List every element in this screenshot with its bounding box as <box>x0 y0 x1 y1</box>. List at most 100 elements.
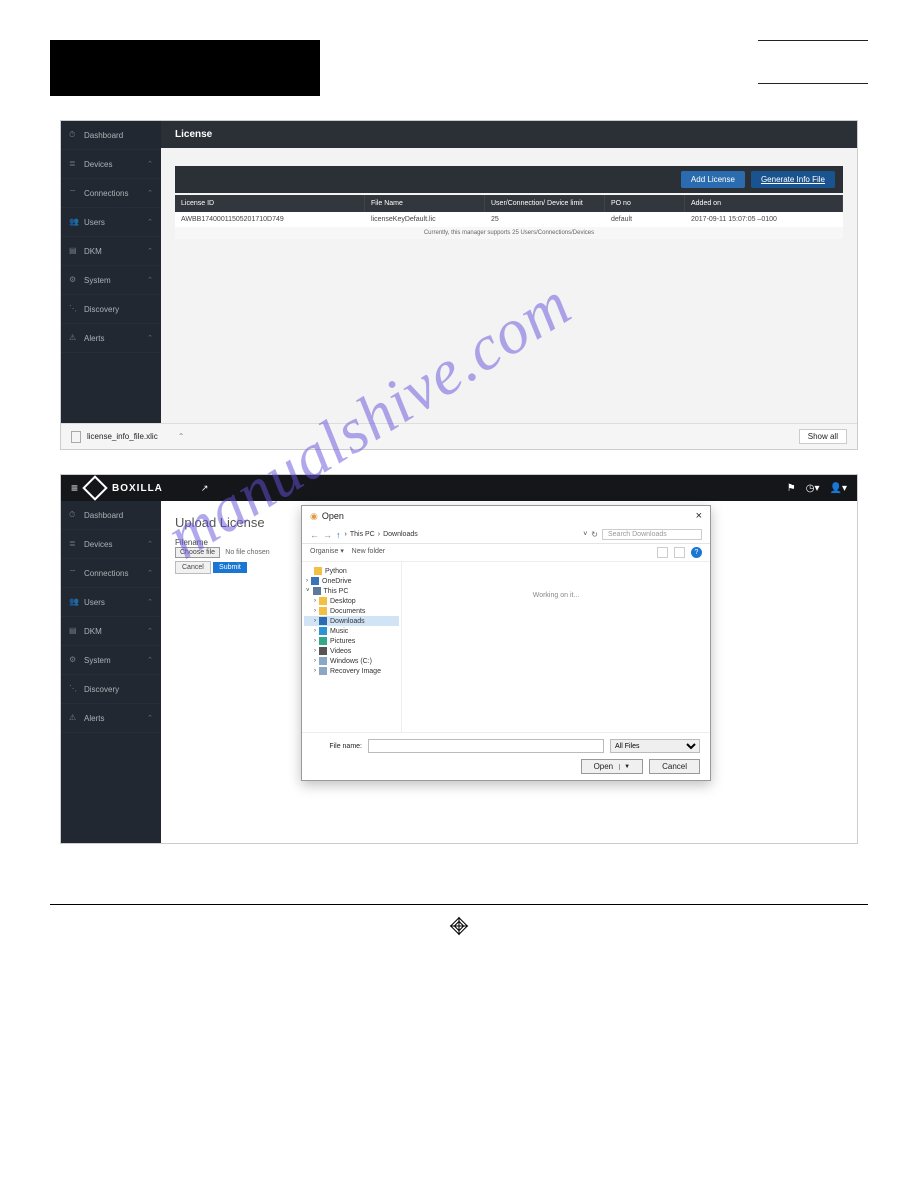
open-dropdown-icon[interactable]: ▼ <box>619 764 630 770</box>
documents-icon <box>319 607 327 615</box>
user-menu-icon[interactable]: 👤▾ <box>830 483 847 494</box>
tree-item[interactable]: ›Videos <box>304 646 399 656</box>
header-rule-top <box>758 40 868 41</box>
drive-icon <box>319 657 327 665</box>
chevron-down-icon: ⌃ <box>147 656 153 664</box>
sidebar-item-label: DKM <box>84 247 147 256</box>
choose-file-button[interactable]: Choose file <box>175 547 220 558</box>
sidebar-item-system[interactable]: ⚙System⌃ <box>61 646 161 675</box>
alert-icon: ⚠ <box>69 333 79 343</box>
sidebar-item-label: Connections <box>84 189 147 198</box>
chevron-down-icon: ⌃ <box>147 247 153 255</box>
organise-menu[interactable]: Organise ▾ <box>310 548 344 555</box>
chevron-down-icon: ⌃ <box>147 569 153 577</box>
pictures-icon <box>319 637 327 645</box>
tree-item[interactable]: Python <box>304 566 399 576</box>
nav-up-icon[interactable]: ↑ <box>336 530 341 540</box>
sidebar-item-users[interactable]: 👥Users⌃ <box>61 588 161 617</box>
sidebar-item-alerts[interactable]: ⚠Alerts⌃ <box>61 704 161 733</box>
preview-pane-icon[interactable] <box>674 547 685 558</box>
chevron-right-icon: › <box>306 578 308 584</box>
help-icon[interactable]: ? <box>691 547 702 558</box>
header-black-block <box>50 40 320 96</box>
tree-item[interactable]: ›Music <box>304 626 399 636</box>
refresh-icon[interactable]: ↻ <box>591 530 598 539</box>
sidebar-item-dkm[interactable]: ▤DKM⌃ <box>61 617 161 646</box>
dkm-icon: ▤ <box>69 626 79 636</box>
menu-icon[interactable]: ≡ <box>71 481 78 495</box>
view-mode-icon[interactable] <box>657 547 668 558</box>
tree-item-label: Windows (C:) <box>330 658 372 665</box>
new-folder-button[interactable]: New folder <box>352 548 385 555</box>
add-license-button[interactable]: Add License <box>681 171 745 188</box>
chevron-right-icon: › <box>314 618 316 624</box>
sidebar-item-users[interactable]: 👥Users⌃ <box>61 208 161 237</box>
col-added-on: Added on <box>685 195 843 212</box>
cell-file-name: licenseKeyDefault.lic <box>365 212 485 227</box>
screenshot-upload-license: ≡ BOXILLA ↗ ⚑ ◷▾ 👤▾ ⏱Dashboard ≣Devices⌃… <box>60 474 858 844</box>
nav-forward-icon[interactable]: → <box>323 530 332 540</box>
sidebar-item-label: Alerts <box>84 714 147 723</box>
submit-button[interactable]: Submit <box>213 562 247 573</box>
table-row: AWBB17400011505201710D749 licenseKeyDefa… <box>175 212 843 227</box>
sidebar-item-dashboard[interactable]: ⏱Dashboard <box>61 501 161 530</box>
sidebar-item-dkm[interactable]: ▤DKM⌃ <box>61 237 161 266</box>
flag-icon[interactable]: ⚑ <box>787 483 796 494</box>
sidebar-item-discovery[interactable]: ⋱Discovery <box>61 675 161 704</box>
open-button[interactable]: Open▼ <box>581 759 644 774</box>
cancel-button[interactable]: Cancel <box>175 561 211 574</box>
file-filter-select[interactable]: All Files <box>610 739 700 753</box>
file-open-dialog: ◉Open × ← → ↑ › This PC › Downloads <box>301 505 711 781</box>
tree-item[interactable]: ˅This PC <box>304 586 399 596</box>
close-icon[interactable]: × <box>696 510 702 522</box>
tree-item[interactable]: ›Windows (C:) <box>304 656 399 666</box>
clock-icon[interactable]: ◷▾ <box>806 483 820 494</box>
cancel-button[interactable]: Cancel <box>649 759 700 774</box>
no-file-chosen-text: No file chosen <box>225 549 269 556</box>
wifi-icon: ⌔ <box>69 188 79 198</box>
tree-item-label: This PC <box>324 588 349 595</box>
sidebar-item-label: Dashboard <box>84 131 153 140</box>
chevron-up-icon: ⌃ <box>178 432 185 441</box>
sidebar-item-devices[interactable]: ≣Devices⌃ <box>61 150 161 179</box>
tree-item[interactable]: ›Recovery Image <box>304 666 399 676</box>
sidebar-item-system[interactable]: ⚙System⌃ <box>61 266 161 295</box>
sidebar-item-devices[interactable]: ≣Devices⌃ <box>61 530 161 559</box>
gear-icon: ⚙ <box>69 275 79 285</box>
sidebar-item-label: System <box>84 276 147 285</box>
search-input[interactable]: Search Downloads <box>602 529 702 540</box>
tree-item[interactable]: ›OneDrive <box>304 576 399 586</box>
nav-back-icon[interactable]: ← <box>310 530 319 540</box>
external-link-icon[interactable]: ↗ <box>201 483 209 494</box>
generate-info-file-button[interactable]: Generate Info File <box>751 171 835 188</box>
col-file-name: File Name <box>365 195 485 212</box>
dialog-title: Open <box>322 511 344 521</box>
tree-item[interactable]: ›Desktop <box>304 596 399 606</box>
sidebar-item-label: Dashboard <box>84 511 153 520</box>
folder-tree: Python ›OneDrive ˅This PC ›Desktop ›Docu… <box>302 562 402 732</box>
sidebar-item-dashboard[interactable]: ⏱Dashboard <box>61 121 161 150</box>
sidebar-item-discovery[interactable]: ⋱Discovery <box>61 295 161 324</box>
downloaded-file[interactable]: license_info_file.xlic ⌃ <box>71 431 184 443</box>
pc-icon <box>313 587 321 595</box>
sidebar-item-connections[interactable]: ⌔Connections⌃ <box>61 179 161 208</box>
chevron-right-icon: › <box>314 598 316 604</box>
tree-item-selected[interactable]: ›Downloads <box>304 616 399 626</box>
show-all-button[interactable]: Show all <box>799 429 847 444</box>
cell-added-on: 2017-09-11 15:07:05 –0100 <box>685 212 843 227</box>
breadcrumb-folder[interactable]: Downloads <box>383 531 418 538</box>
chevron-right-icon: › <box>314 668 316 674</box>
tree-item[interactable]: ›Documents <box>304 606 399 616</box>
sidebar-item-alerts[interactable]: ⚠Alerts⌃ <box>61 324 161 353</box>
music-icon <box>319 627 327 635</box>
tree-item[interactable]: ›Pictures <box>304 636 399 646</box>
onedrive-icon <box>311 577 319 585</box>
breadcrumb[interactable]: › This PC › Downloads ˅ <box>345 531 588 538</box>
breadcrumb-root[interactable]: This PC <box>350 531 375 538</box>
sidebar-item-connections[interactable]: ⌔Connections⌃ <box>61 559 161 588</box>
server-icon: ≣ <box>69 159 79 169</box>
brand-logo-icon <box>82 475 107 500</box>
filename-input[interactable] <box>368 739 604 753</box>
chevron-down-icon: ⌃ <box>147 540 153 548</box>
chevron-down-icon[interactable]: ˅ <box>583 531 587 538</box>
